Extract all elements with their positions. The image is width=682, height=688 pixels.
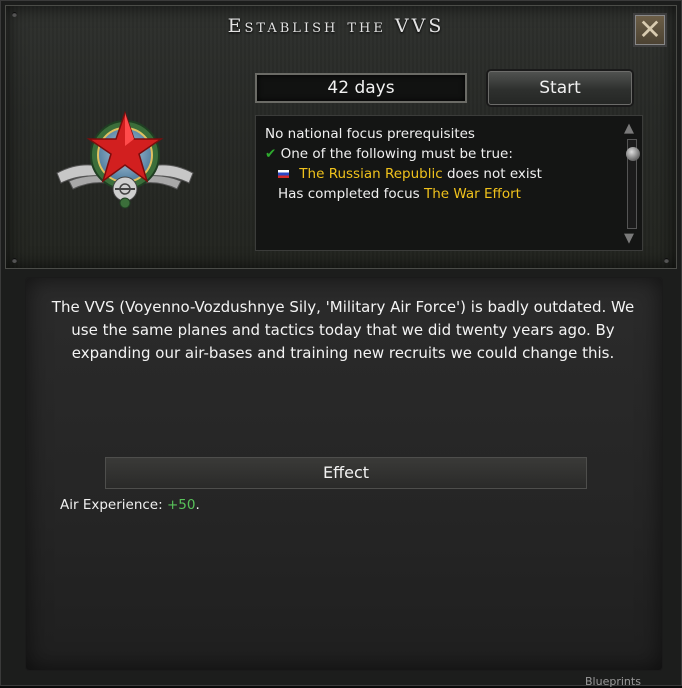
effect-air-experience: Air Experience: +50. (60, 497, 200, 513)
country-link[interactable]: The Russian Republic (299, 166, 442, 182)
rivet (664, 258, 669, 263)
russian-flag-icon (278, 170, 289, 178)
prereq-focus-condition: Has completed focus The War Effort (278, 186, 521, 202)
prereq-country-condition: The Russian Republic does not exist (278, 166, 542, 182)
checkmark-icon: ✔ (265, 146, 277, 162)
country-condition-text: does not exist (442, 166, 542, 182)
close-button[interactable]: ✕ (633, 13, 667, 47)
focus-link[interactable]: The War Effort (424, 186, 521, 202)
prereq-one-of: ✔ One of the following must be true: (265, 146, 513, 162)
scroll-down-icon[interactable]: ▼ (624, 231, 634, 246)
effect-suffix: . (195, 497, 200, 513)
air-force-star-emblem-icon (56, 111, 194, 209)
prereq-national-focus: No national focus prerequisites (265, 126, 475, 142)
prereq-one-of-label: One of the following must be true: (280, 146, 513, 162)
scroll-thumb[interactable] (626, 147, 640, 161)
focus-description: The VVS (Voyenno-Vozdushnye Sily, 'Milit… (51, 298, 635, 362)
focus-duration: 42 days (255, 73, 467, 103)
scroll-up-icon[interactable]: ▲ (624, 121, 634, 136)
effect-value: +50 (166, 497, 196, 513)
effect-label: Air Experience: (60, 497, 167, 513)
focus-condition-text: Has completed focus (278, 186, 424, 202)
window-title: Establish the VVS (227, 15, 445, 37)
focus-window: Establish the VVS ✕ 42 days Start No nat… (0, 0, 682, 688)
start-button[interactable]: Start (488, 71, 632, 105)
rivet (12, 258, 17, 263)
blueprints-label: Blueprints (585, 675, 641, 688)
prerequisites-box: No national focus prerequisites ✔ One of… (255, 115, 643, 251)
close-icon: ✕ (638, 13, 662, 46)
effect-header: Effect (105, 457, 587, 489)
